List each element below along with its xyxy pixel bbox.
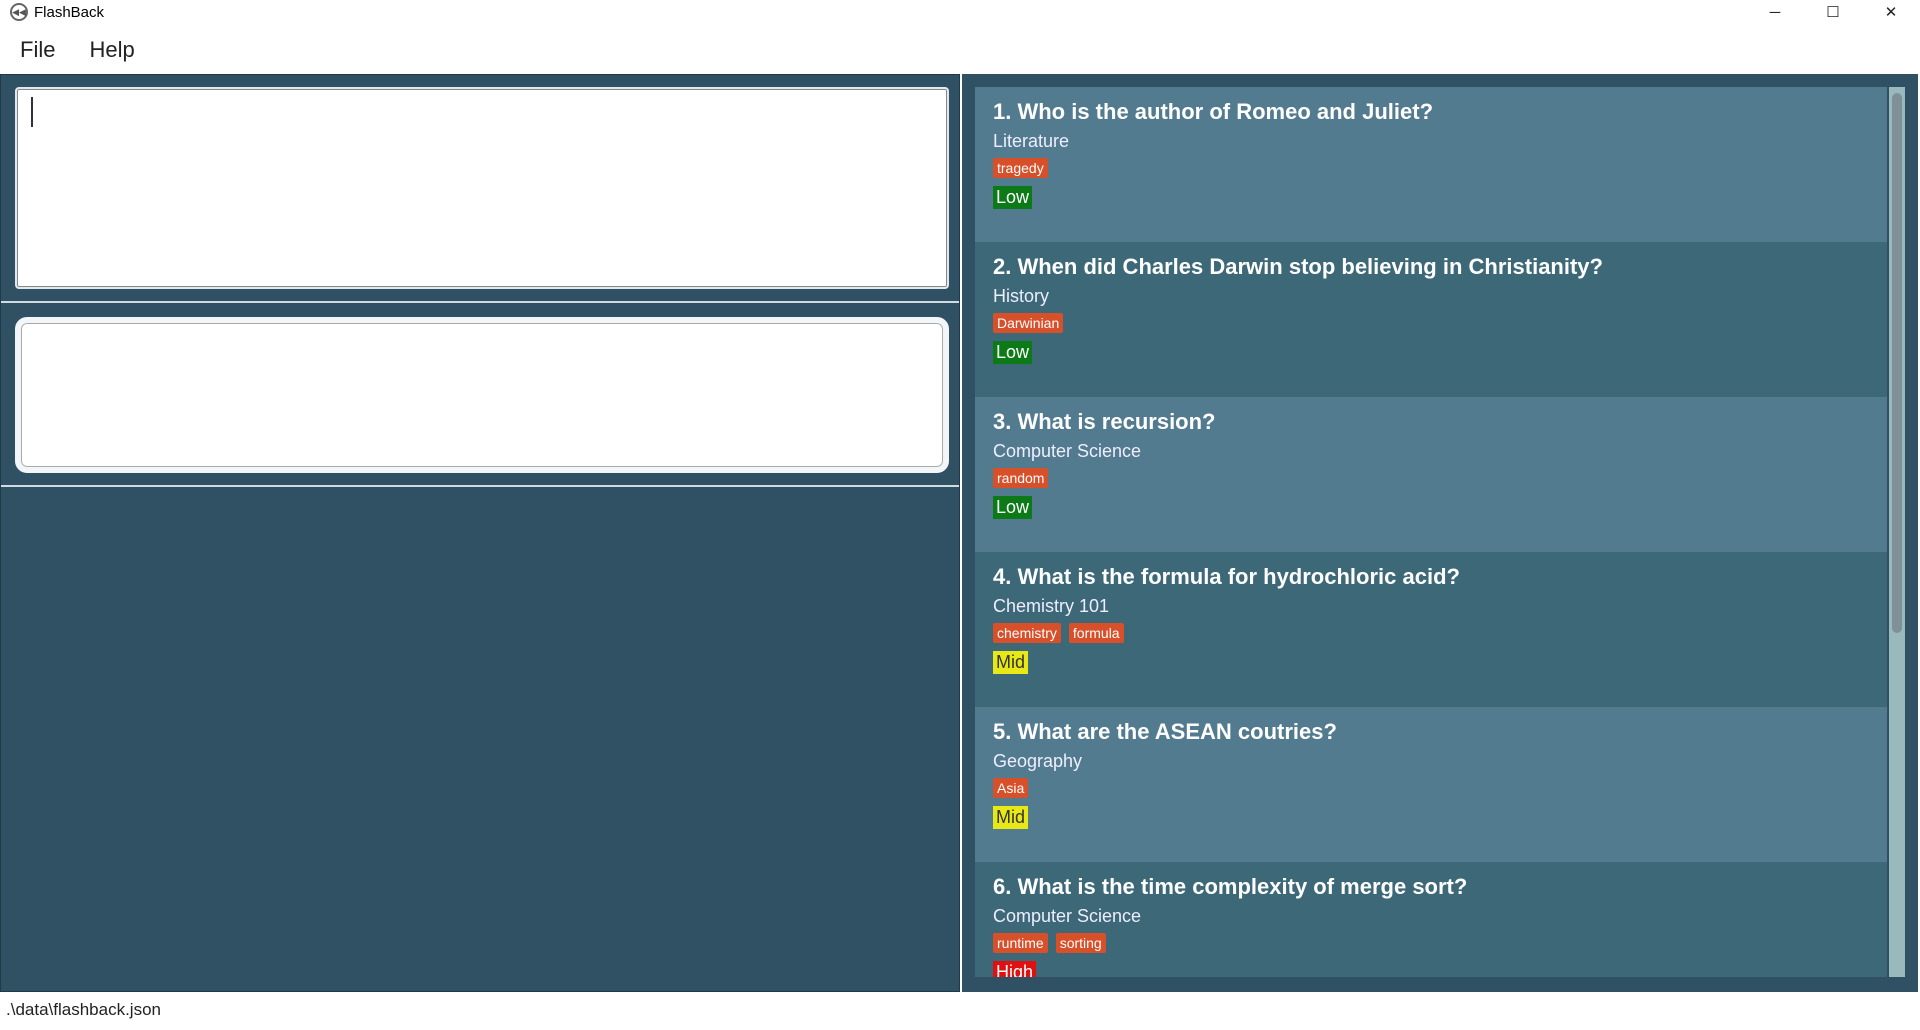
tag-badge: random <box>993 468 1049 488</box>
text-caret <box>31 97 33 127</box>
tag-badge: formula <box>1068 623 1124 643</box>
title-bar: ◀◀ FlashBack ─ ☐ ✕ <box>0 0 1920 24</box>
scrollbar-thumb[interactable] <box>1892 93 1902 633</box>
menu-bar: File Help <box>0 32 149 68</box>
divider <box>1 301 959 303</box>
flashcard[interactable]: 2. When did Charles Darwin stop believin… <box>975 242 1887 397</box>
window-title: FlashBack <box>34 3 105 21</box>
flashcard[interactable]: 5. What are the ASEAN coutries? Geograph… <box>975 707 1887 862</box>
difficulty-badge: High <box>993 961 1037 977</box>
card-category: History <box>993 286 1050 306</box>
tag-badge: sorting <box>1055 933 1106 953</box>
maximize-button[interactable]: ☐ <box>1804 0 1862 24</box>
status-file-path: .\data\flashback.json <box>6 1000 161 1019</box>
command-input[interactable] <box>15 87 949 289</box>
card-question: 4. What is the formula for hydrochloric … <box>993 564 1460 589</box>
flashcard[interactable]: 1. Who is the author of Romeo and Juliet… <box>975 87 1887 242</box>
flashcard[interactable]: 3. What is recursion? Computer Science r… <box>975 397 1887 552</box>
close-button[interactable]: ✕ <box>1862 0 1920 24</box>
divider <box>1 485 959 487</box>
scrollbar[interactable] <box>1889 87 1905 977</box>
card-category: Computer Science <box>993 906 1142 926</box>
menu-help[interactable]: Help <box>89 37 134 63</box>
app-rewind-icon: ◀◀ <box>10 3 28 21</box>
card-question: 5. What are the ASEAN coutries? <box>993 719 1337 744</box>
card-question: 3. What is recursion? <box>993 409 1216 434</box>
card-list-panel: 1. Who is the author of Romeo and Juliet… <box>962 74 1918 992</box>
tag-badge: Darwinian <box>993 313 1064 333</box>
left-panel <box>0 74 960 992</box>
difficulty-badge: Low <box>993 186 1033 209</box>
tag-badge: runtime <box>993 933 1048 953</box>
card-category: Chemistry 101 <box>993 596 1110 616</box>
card-category: Computer Science <box>993 441 1142 461</box>
difficulty-badge: Low <box>993 496 1033 519</box>
flashcard[interactable]: 6. What is the time complexity of merge … <box>975 862 1887 977</box>
difficulty-badge: Mid <box>993 651 1029 674</box>
tag-badge: tragedy <box>993 158 1048 178</box>
tag-badge: chemistry <box>993 623 1061 643</box>
card-question: 1. Who is the author of Romeo and Juliet… <box>993 99 1434 124</box>
card-category: Literature <box>993 131 1070 151</box>
card-category: Geography <box>993 751 1083 771</box>
card-list[interactable]: 1. Who is the author of Romeo and Juliet… <box>975 87 1887 977</box>
card-question: 6. What is the time complexity of merge … <box>993 874 1468 899</box>
minimize-button[interactable]: ─ <box>1746 0 1804 24</box>
card-question: 2. When did Charles Darwin stop believin… <box>993 254 1603 279</box>
difficulty-badge: Mid <box>993 806 1029 829</box>
difficulty-badge: Low <box>993 341 1033 364</box>
tag-badge: Asia <box>993 778 1029 798</box>
flashcard[interactable]: 4. What is the formula for hydrochloric … <box>975 552 1887 707</box>
result-display[interactable] <box>15 317 949 473</box>
menu-file[interactable]: File <box>20 37 55 63</box>
